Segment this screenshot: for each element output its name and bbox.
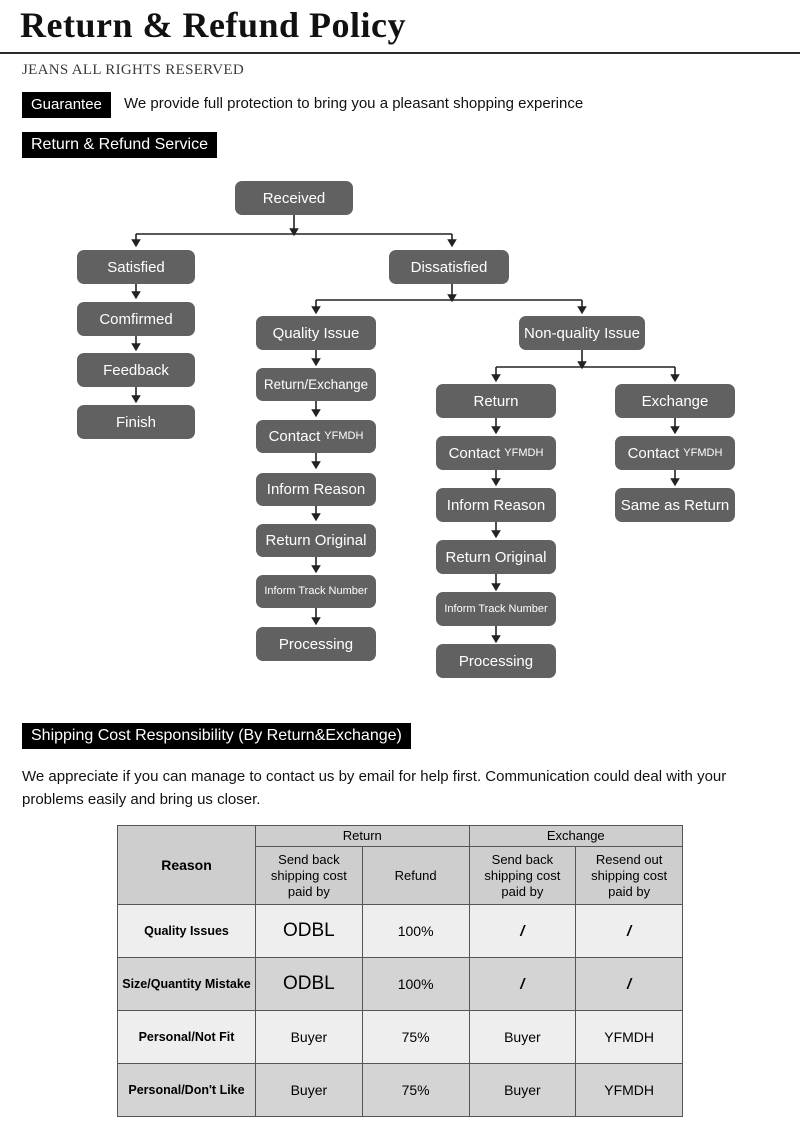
table-row: Personal/Don't Like Buyer 75% Buyer YFMD… bbox=[117, 1063, 683, 1117]
flow-node-label: Inform Reason bbox=[446, 496, 546, 514]
flow-node-non-quality-issue: Non-quality Issue bbox=[519, 316, 645, 350]
table-cell-reason: Personal/Don't Like bbox=[117, 1063, 256, 1117]
flow-node-label: Return/Exchange bbox=[263, 376, 369, 392]
table-subheader-exchange-send-back: Send back shipping cost paid by bbox=[468, 846, 577, 905]
flow-node-quality-issue: Quality Issue bbox=[256, 316, 376, 350]
flow-node-return-exchange: Return/Exchange bbox=[256, 368, 376, 401]
flow-node-label: Inform Reason bbox=[266, 481, 366, 498]
flow-node-finish: Finish bbox=[77, 405, 195, 439]
table-subheader-refund: Refund bbox=[361, 846, 470, 905]
table-cell-exchange-send-back: Buyer bbox=[468, 1010, 577, 1064]
flow-node-label: Dissatisfied bbox=[410, 258, 488, 276]
shipping-paragraph: We appreciate if you can manage to conta… bbox=[22, 768, 727, 808]
table-cell-refund: 75% bbox=[361, 1063, 470, 1117]
flow-node-label: Comfirmed bbox=[99, 310, 173, 328]
page-title: Return & Refund Policy bbox=[20, 5, 406, 45]
flow-node-processing-quality: Processing bbox=[256, 627, 376, 661]
table-header-exchange: Exchange bbox=[468, 825, 683, 847]
flow-node-label: Return Original bbox=[265, 532, 367, 549]
table-cell-exchange-send-back: Buyer bbox=[468, 1063, 577, 1117]
title-divider bbox=[0, 52, 800, 54]
flow-node-contact-yfmdh-quality: Contact YFMDH bbox=[256, 420, 376, 453]
shipping-cost-tag: Shipping Cost Responsibility (By Return&… bbox=[22, 723, 411, 749]
table-cell-reason: Quality Issues bbox=[117, 904, 256, 958]
table-cell-return-send-back: Buyer bbox=[255, 1063, 363, 1117]
flow-node-label-sub: YFMDH bbox=[504, 446, 544, 459]
table-row: Personal/Not Fit Buyer 75% Buyer YFMDH bbox=[117, 1010, 683, 1064]
flow-node-label: Processing bbox=[458, 652, 534, 670]
flow-node-label: Finish bbox=[115, 413, 156, 431]
table-cell-refund: 75% bbox=[361, 1010, 470, 1064]
flow-node-label-sub: YFMDH bbox=[324, 430, 364, 442]
flow-node-label: Quality Issue bbox=[272, 324, 360, 342]
flow-node-label: Satisfied bbox=[107, 258, 165, 276]
flow-node-label: Same as Return bbox=[620, 496, 730, 514]
table-cell-exchange-resend: YFMDH bbox=[575, 1010, 683, 1064]
table-subheader-return-send-back: Send back shipping cost paid by bbox=[255, 846, 363, 905]
table-cell-return-send-back: ODBL bbox=[255, 904, 363, 958]
table-cell-exchange-resend: / bbox=[575, 957, 683, 1011]
flow-node-contact-yfmdh-exchange: Contact YFMDH bbox=[615, 436, 735, 470]
table-cell-return-send-back: Buyer bbox=[255, 1010, 363, 1064]
table-cell-exchange-resend: / bbox=[575, 904, 683, 958]
flow-node-label: Exchange bbox=[641, 392, 709, 410]
shipping-cost-table: Reason Return Exchange Send back shippin… bbox=[117, 825, 683, 1117]
flow-node-label: Processing bbox=[278, 635, 354, 653]
table-cell-reason: Size/Quantity Mistake bbox=[117, 957, 256, 1011]
flow-node-return-original-return: Return Original bbox=[436, 540, 556, 574]
flow-node-label: Received bbox=[262, 189, 326, 207]
flow-node-exchange: Exchange bbox=[615, 384, 735, 418]
flow-node-contact-yfmdh-return: Contact YFMDH bbox=[436, 436, 556, 470]
guarantee-description: We provide full protection to bring you … bbox=[124, 95, 584, 112]
flow-node-processing-return: Processing bbox=[436, 644, 556, 678]
table-cell-return-send-back: ODBL bbox=[255, 957, 363, 1011]
return-refund-service-tag: Return & Refund Service bbox=[22, 132, 217, 158]
table-cell-refund: 100% bbox=[361, 957, 470, 1011]
flow-node-inform-track-number-return: Inform Track Number bbox=[436, 592, 556, 626]
table-row: Quality Issues ODBL 100% / / bbox=[117, 904, 683, 958]
flow-node-received: Received bbox=[235, 181, 353, 215]
table-cell-refund: 100% bbox=[361, 904, 470, 958]
flow-node-same-as-return: Same as Return bbox=[615, 488, 735, 522]
table-header-reason: Reason bbox=[117, 825, 256, 905]
flow-node-inform-reason-quality: Inform Reason bbox=[256, 473, 376, 506]
flow-node-return: Return bbox=[436, 384, 556, 418]
table-cell-exchange-resend: YFMDH bbox=[575, 1063, 683, 1117]
table-cell-reason: Personal/Not Fit bbox=[117, 1010, 256, 1064]
flow-node-label: Contact bbox=[627, 444, 680, 462]
flow-node-label: Contact bbox=[268, 428, 321, 445]
table-header-group-row: Reason Return Exchange bbox=[117, 825, 683, 905]
flow-node-return-original-quality: Return Original bbox=[256, 524, 376, 557]
flow-node-label: Return Original bbox=[445, 548, 547, 566]
flow-node-feedback: Feedback bbox=[77, 353, 195, 387]
table-cell-exchange-send-back: / bbox=[468, 957, 577, 1011]
flow-node-satisfied: Satisfied bbox=[77, 250, 195, 284]
table-header-return: Return bbox=[255, 825, 470, 847]
flow-node-label: Contact bbox=[448, 444, 501, 462]
flow-node-label: Inform Track Number bbox=[444, 602, 548, 615]
table-subheader-exchange-resend: Resend out shipping cost paid by bbox=[575, 846, 683, 905]
flow-node-label-sub: YFMDH bbox=[683, 446, 723, 459]
table-row: Size/Quantity Mistake ODBL 100% / / bbox=[117, 957, 683, 1011]
guarantee-tag: Guarantee bbox=[22, 92, 111, 118]
flow-node-dissatisfied: Dissatisfied bbox=[389, 250, 509, 284]
rights-reserved-text: JEANS ALL RIGHTS RESERVED bbox=[22, 62, 245, 78]
flow-node-label: Feedback bbox=[103, 361, 169, 379]
flow-node-label: Non-quality Issue bbox=[524, 324, 640, 342]
flow-node-comfirmed: Comfirmed bbox=[77, 302, 195, 336]
flow-node-label: Return bbox=[473, 392, 519, 410]
table-cell-exchange-send-back: / bbox=[468, 904, 577, 958]
flow-node-inform-track-number-quality: Inform Track Number bbox=[256, 575, 376, 608]
flow-node-inform-reason-return: Inform Reason bbox=[436, 488, 556, 522]
flow-node-label: Inform Track Number bbox=[264, 585, 368, 597]
